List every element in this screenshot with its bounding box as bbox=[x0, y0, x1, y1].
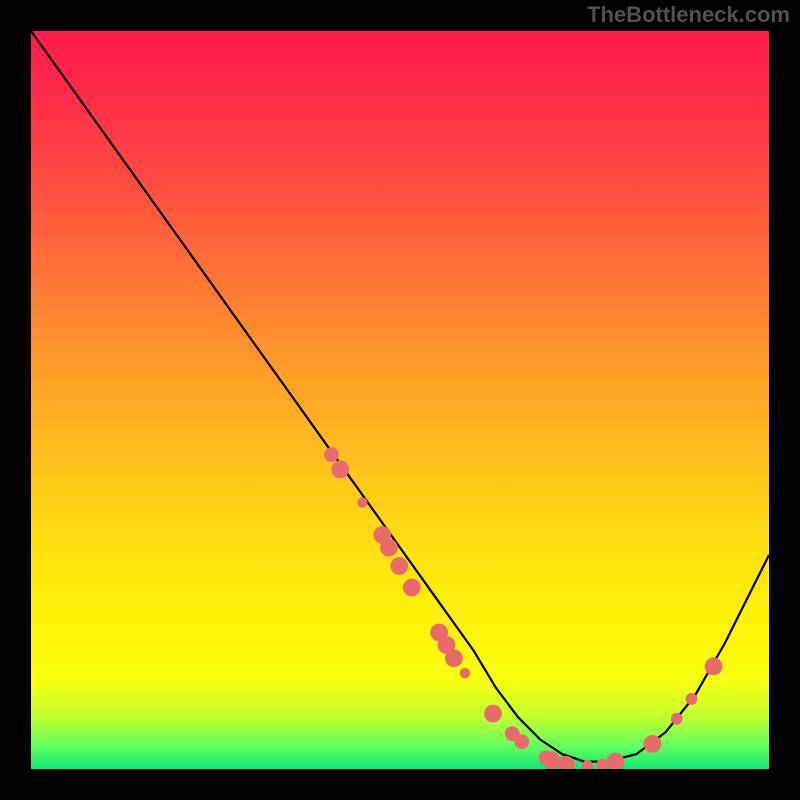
chart-data-point bbox=[460, 668, 470, 678]
chart-svg bbox=[31, 31, 769, 769]
chart-data-point bbox=[324, 447, 339, 462]
chart-data-point bbox=[596, 759, 608, 769]
chart-data-point bbox=[357, 497, 367, 507]
chart-data-point bbox=[403, 579, 421, 597]
watermark-text: TheBottleneck.com bbox=[587, 2, 790, 28]
chart-data-point bbox=[644, 735, 662, 753]
chart-data-point bbox=[380, 539, 398, 557]
chart-data-point bbox=[686, 693, 698, 705]
chart-curve-line bbox=[31, 31, 769, 762]
chart-plot-area bbox=[31, 31, 769, 769]
chart-data-point bbox=[390, 557, 408, 575]
chart-data-point bbox=[671, 713, 683, 725]
chart-scatter-dots bbox=[324, 447, 722, 769]
chart-data-point bbox=[331, 461, 349, 479]
chart-data-point bbox=[445, 649, 463, 667]
chart-data-point bbox=[514, 734, 529, 749]
chart-data-point bbox=[484, 705, 502, 723]
chart-data-point bbox=[705, 658, 723, 676]
chart-data-point bbox=[607, 753, 625, 769]
